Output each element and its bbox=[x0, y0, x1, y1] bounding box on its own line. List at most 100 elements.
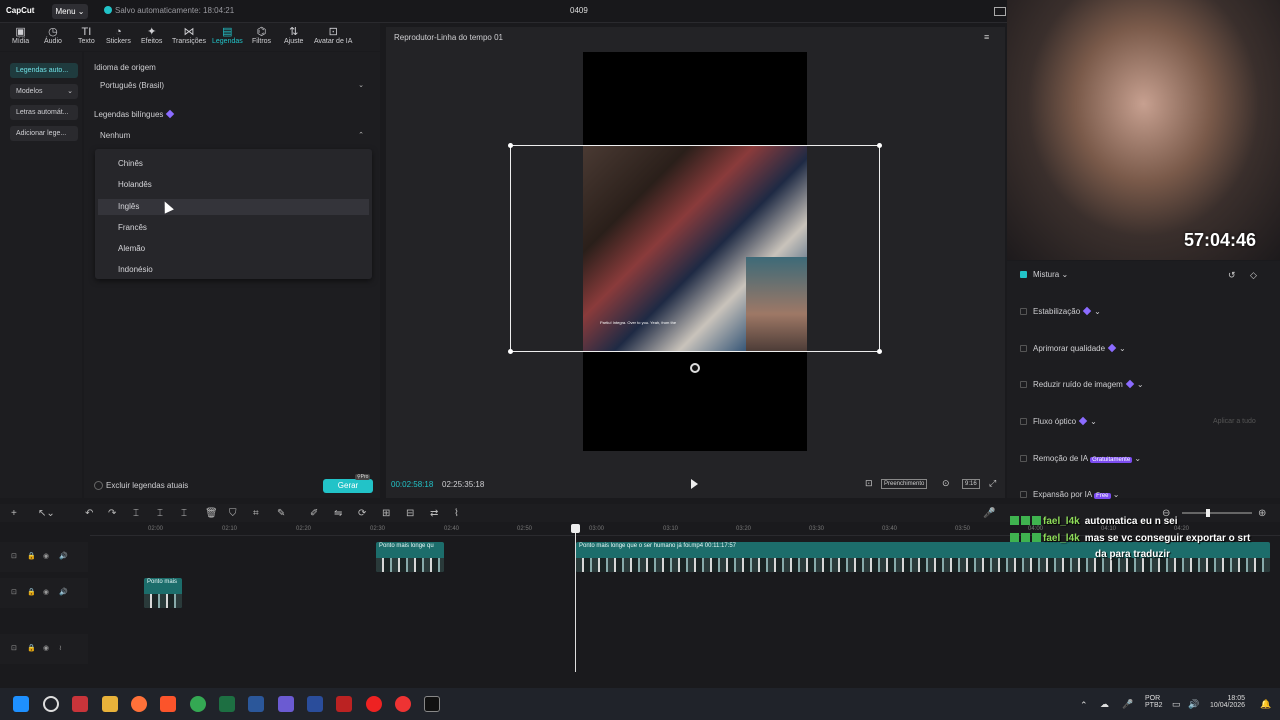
selection-box[interactable] bbox=[508, 143, 882, 354]
aspect-ratio-button[interactable]: 9:16 bbox=[962, 479, 980, 489]
lock-icon[interactable]: 🔒 bbox=[27, 588, 36, 596]
fullscreen-icon[interactable]: ⤢ bbox=[989, 478, 996, 489]
checkbox[interactable] bbox=[1020, 418, 1027, 425]
app-icon[interactable] bbox=[336, 696, 352, 712]
resize-handle[interactable] bbox=[508, 143, 513, 148]
tab-audio[interactable]: ◷ Áudio bbox=[44, 26, 62, 45]
resize-handle[interactable] bbox=[508, 349, 513, 354]
nav-adicionar-legendas[interactable]: Adicionar lege... bbox=[10, 126, 78, 141]
mic-icon[interactable]: 🎤 bbox=[1122, 699, 1133, 710]
layout-icon[interactable] bbox=[994, 7, 1006, 16]
play-icon[interactable] bbox=[691, 479, 698, 489]
resize-handle[interactable] bbox=[877, 143, 882, 148]
file-explorer-icon[interactable] bbox=[102, 696, 118, 712]
language-indicator[interactable]: POR PTB2 bbox=[1145, 695, 1163, 709]
crop-icon[interactable]: ⌗ bbox=[253, 508, 259, 519]
marker-icon[interactable]: ⛉ bbox=[229, 508, 237, 519]
audio-split-icon[interactable]: ⌇ bbox=[454, 508, 459, 519]
prop-fluxo-optico[interactable]: Fluxo óptico ⌄ bbox=[1020, 416, 1097, 426]
tab-filtros[interactable]: ⌬ Filtros bbox=[252, 26, 271, 45]
tab-stickers[interactable]: ◔ Stickers bbox=[106, 26, 131, 45]
tab-midia[interactable]: ▣ Mídia bbox=[12, 26, 29, 45]
freeze-icon[interactable]: ⊟ bbox=[406, 508, 414, 519]
tab-efeitos[interactable]: ✦ Efeitos bbox=[141, 26, 162, 45]
crop-icon[interactable]: ⊡ bbox=[865, 478, 873, 489]
redo-icon[interactable]: ↷ bbox=[108, 508, 116, 519]
option-indonesio[interactable]: Indonésio bbox=[98, 262, 369, 278]
option-ingles[interactable]: Inglês bbox=[98, 199, 369, 215]
delete-icon[interactable]: 🗑 bbox=[205, 508, 218, 519]
exclude-captions-checkbox[interactable] bbox=[94, 481, 103, 490]
option-chines[interactable]: Chinês bbox=[98, 156, 369, 172]
mic-icon[interactable]: 🎤 bbox=[983, 508, 995, 519]
playhead[interactable] bbox=[575, 524, 576, 672]
tab-texto[interactable]: TI Texto bbox=[78, 26, 95, 45]
lock-icon[interactable]: 🔒 bbox=[27, 552, 36, 560]
video-clip[interactable]: Ponto mais longe qu bbox=[376, 542, 444, 572]
excel-icon[interactable] bbox=[219, 696, 235, 712]
volume-icon[interactable]: 🔊 bbox=[59, 552, 68, 560]
checkbox[interactable] bbox=[1020, 308, 1027, 315]
split-left-icon[interactable]: ⌶ bbox=[157, 508, 163, 519]
app-icon[interactable] bbox=[278, 696, 294, 712]
checkbox[interactable] bbox=[1020, 345, 1027, 352]
prop-estabilizacao[interactable]: Estabilização ⌄ bbox=[1020, 306, 1101, 316]
volume-icon[interactable]: 🔊 bbox=[59, 588, 68, 596]
firefox-icon[interactable] bbox=[131, 696, 147, 712]
volume-icon[interactable]: 🔊 bbox=[1188, 699, 1199, 710]
checkbox[interactable] bbox=[1020, 491, 1027, 498]
nav-legendas-auto[interactable]: Legendas auto... bbox=[10, 63, 78, 78]
menu-button[interactable]: Menu ⌄ bbox=[52, 4, 88, 19]
add-track-icon[interactable]: + bbox=[11, 508, 17, 519]
apply-all-button[interactable]: Aplicar a tudo bbox=[1213, 418, 1256, 425]
eye-icon[interactable]: ◉ bbox=[43, 552, 49, 560]
lock-icon[interactable]: 🔒 bbox=[27, 644, 36, 652]
nav-modelos[interactable]: Modelos ⌄ bbox=[10, 84, 78, 99]
option-frances[interactable]: Francês bbox=[98, 220, 369, 236]
clock[interactable]: 18:05 10/04/2026 bbox=[1210, 695, 1245, 709]
eye-icon[interactable]: ◉ bbox=[43, 588, 49, 596]
checkbox[interactable] bbox=[1020, 381, 1027, 388]
playhead-handle[interactable] bbox=[571, 524, 580, 533]
cover-icon[interactable]: ⊡ bbox=[11, 644, 17, 652]
undo-icon[interactable]: ↶ bbox=[85, 508, 93, 519]
display-icon[interactable]: ▭ bbox=[1172, 699, 1181, 710]
draw-icon[interactable]: ✎ bbox=[277, 508, 285, 519]
split-right-icon[interactable]: ⌶ bbox=[181, 508, 187, 519]
cover-icon[interactable]: ⊡ bbox=[11, 588, 17, 596]
brave-icon[interactable] bbox=[160, 696, 176, 712]
checkbox[interactable] bbox=[1020, 271, 1027, 278]
split-icon[interactable]: ⌶ bbox=[133, 508, 139, 519]
edit-icon[interactable]: ✐ bbox=[310, 508, 318, 519]
zoom-slider[interactable] bbox=[1182, 512, 1252, 514]
prop-aprimorar-qualidade[interactable]: Aprimorar qualidade ⌄ bbox=[1020, 343, 1126, 353]
windows-start-icon[interactable] bbox=[13, 696, 29, 712]
tab-transicoes[interactable]: ⋈ Transições bbox=[172, 26, 206, 45]
resize-handle[interactable] bbox=[877, 349, 882, 354]
reverse-icon[interactable]: ⇄ bbox=[430, 508, 438, 519]
app-icon[interactable] bbox=[72, 696, 88, 712]
cover-icon[interactable]: ⊡ bbox=[11, 552, 17, 560]
word-icon[interactable] bbox=[248, 696, 264, 712]
prop-mistura[interactable]: Mistura ⌄ bbox=[1020, 270, 1068, 279]
rotate-icon[interactable]: ⟳ bbox=[358, 508, 366, 519]
tab-legendas[interactable]: ▤ Legendas bbox=[212, 26, 243, 45]
chrome-icon[interactable] bbox=[190, 696, 206, 712]
audio-track-icon[interactable]: ≀ bbox=[59, 644, 62, 652]
option-alemao[interactable]: Alemão bbox=[98, 241, 369, 257]
fill-mode-button[interactable]: Preenchimento bbox=[881, 479, 928, 489]
zoom-in-icon[interactable]: ⊕ bbox=[1258, 508, 1266, 519]
option-holandes[interactable]: Holandês bbox=[98, 177, 369, 193]
reset-icon[interactable]: ↺ bbox=[1228, 270, 1236, 281]
tab-ajuste[interactable]: ⇅ Ajuste bbox=[284, 26, 303, 45]
nav-letras-automaticas[interactable]: Letras automát... bbox=[10, 105, 78, 120]
chevron-up-icon[interactable]: ⌃ bbox=[1080, 700, 1088, 711]
source-language-select[interactable]: Português (Brasil) ⌄ bbox=[94, 78, 372, 94]
screenshot-icon[interactable]: ⊙ bbox=[942, 478, 950, 489]
rotate-handle-icon[interactable] bbox=[690, 363, 700, 373]
prop-reduzir-ruido[interactable]: Reduzir ruído de imagem ⌄ bbox=[1020, 379, 1144, 389]
prop-remocao-ia[interactable]: Remoção de IA Gratuitamente ⌄ bbox=[1020, 454, 1141, 463]
generate-button[interactable]: Gerar bbox=[323, 479, 373, 493]
app-icon[interactable] bbox=[366, 696, 382, 712]
app-icon[interactable] bbox=[307, 696, 323, 712]
